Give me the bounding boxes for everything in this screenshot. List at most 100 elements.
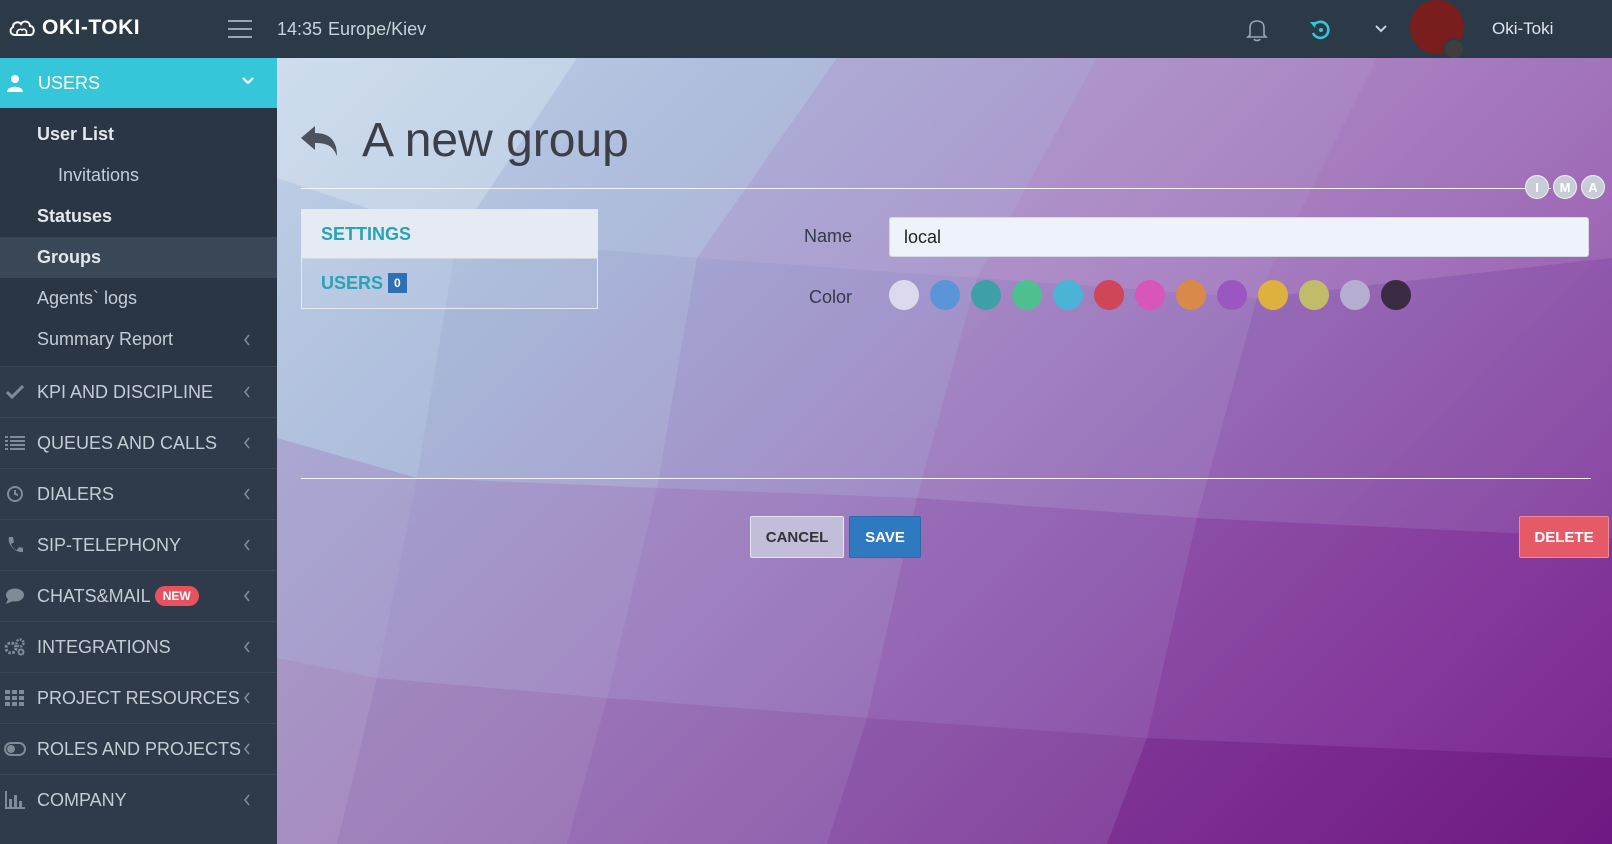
color-swatch[interactable] [1012, 280, 1042, 310]
circle-button-m[interactable]: M [1553, 175, 1577, 199]
cloud-logo-icon [9, 20, 35, 36]
clock-time: 14:35 [277, 19, 323, 39]
sidebar-section-label: ROLES AND PROJECTS [37, 738, 242, 759]
gears-icon [4, 637, 26, 657]
chevron-left-icon [243, 437, 250, 449]
save-button[interactable]: SAVE [849, 516, 921, 558]
sidebar-item-agents-logs[interactable]: Agents` logs [0, 278, 277, 319]
sidebar-section-label: KPI AND DISCIPLINE [37, 381, 214, 402]
divider [301, 478, 1591, 479]
cancel-button[interactable]: CANCEL [750, 516, 844, 558]
sidebar-section-sip-telephony[interactable]: SIP-TELEPHONY [0, 519, 277, 570]
color-swatch[interactable] [930, 280, 960, 310]
sidebar-section-label: PROJECT RESOURCES [37, 687, 240, 708]
users-submenu: User List Invitations Statuses Groups Ag… [0, 108, 277, 366]
tab-users[interactable]: USERS 0 [302, 259, 597, 307]
chevron-left-icon [243, 743, 250, 755]
sidebar-section-label: INTEGRATIONS [37, 636, 171, 657]
chevron-left-icon [243, 386, 250, 398]
chevron-left-icon [243, 590, 250, 602]
sidebar-item-label: Statuses [37, 206, 113, 226]
clock-icon [4, 484, 26, 504]
circle-button-a[interactable]: A [1581, 175, 1605, 199]
username[interactable]: Oki-Toki [1492, 19, 1553, 39]
tab-label: SETTINGS [321, 223, 412, 244]
color-swatch[interactable] [1176, 280, 1206, 310]
name-input[interactable] [889, 217, 1589, 257]
clock: 14:35 Europe/Kiev [277, 19, 426, 40]
sidebar-item-label: Groups [37, 247, 102, 267]
sidebar-item-label: Invitations [58, 165, 140, 185]
polygon-background [277, 58, 1612, 844]
color-swatch[interactable] [1053, 280, 1083, 310]
chevron-left-icon [243, 794, 250, 806]
new-badge: NEW [154, 586, 199, 606]
user-icon [7, 75, 23, 92]
color-swatch[interactable] [1135, 280, 1165, 310]
sidebar-item-label: Summary Report [37, 329, 174, 349]
sidebar-item-label: Agents` logs [37, 288, 138, 308]
color-swatch[interactable] [1381, 280, 1411, 310]
bar-chart-icon [4, 790, 26, 810]
sidebar-section-label: USERS [38, 72, 101, 93]
top-bar: OKI-TOKI 14:35 Europe/Kiev Oki-Toki [0, 0, 1612, 60]
color-swatch[interactable] [1340, 280, 1370, 310]
refresh-icon[interactable] [1308, 18, 1332, 42]
list-icon [4, 433, 26, 453]
main-content: A new group I M A SETTINGS USERS 0 Name … [277, 58, 1612, 844]
back-arrow-icon[interactable] [299, 122, 341, 160]
color-label: Color [809, 287, 853, 307]
chat-icon [4, 586, 26, 606]
sidebar-section-dialers[interactable]: DIALERS [0, 468, 277, 519]
sidebar-section-company[interactable]: COMPANY [0, 774, 277, 825]
status-dot [1443, 38, 1465, 60]
sidebar-section-label: CHATS&MAIL [37, 585, 151, 606]
sidebar-section-label: SIP-TELEPHONY [37, 534, 182, 555]
logo-text: OKI-TOKI [42, 16, 141, 39]
bell-icon[interactable] [1246, 18, 1268, 42]
sidebar-section-label: COMPANY [37, 789, 127, 810]
sidebar-section-integrations[interactable]: INTEGRATIONS [0, 621, 277, 672]
sidebar-item-summary-report[interactable]: Summary Report [0, 319, 277, 360]
sidebar-item-statuses[interactable]: Statuses [0, 196, 277, 237]
delete-button[interactable]: DELETE [1519, 516, 1609, 558]
chevron-left-icon [243, 488, 250, 500]
phone-icon [4, 535, 26, 555]
color-swatch[interactable] [971, 280, 1001, 310]
chevron-left-icon [243, 539, 250, 551]
sidebar-section-users[interactable]: USERS [0, 58, 277, 108]
sidebar-section-roles-projects[interactable]: ROLES AND PROJECTS [0, 723, 277, 774]
sidebar-item-invitations[interactable]: Invitations [0, 155, 277, 196]
color-swatch[interactable] [1299, 280, 1329, 310]
sidebar-section-kpi[interactable]: KPI AND DISCIPLINE [0, 366, 277, 417]
color-swatch[interactable] [1094, 280, 1124, 310]
clock-timezone: Europe/Kiev [328, 19, 427, 39]
mode-circles: I M A [1525, 175, 1605, 199]
grid-icon [4, 688, 26, 708]
sidebar-item-groups[interactable]: Groups [0, 237, 277, 278]
color-swatch[interactable] [1258, 280, 1288, 310]
count-badge: 0 [388, 273, 407, 293]
chevron-down-icon[interactable] [1374, 24, 1388, 34]
hamburger-menu-icon[interactable] [228, 20, 252, 38]
sidebar-section-project-resources[interactable]: PROJECT RESOURCES [0, 672, 277, 723]
chevron-left-icon [243, 692, 250, 704]
tab-settings[interactable]: SETTINGS [302, 210, 597, 259]
sidebar-section-label: DIALERS [37, 483, 115, 504]
chevron-left-icon [243, 334, 250, 345]
chevron-left-icon [243, 641, 250, 653]
sidebar-section-chats-mail[interactable]: CHATS&MAIL NEW [0, 570, 277, 621]
color-swatch[interactable] [889, 280, 919, 310]
sidebar: USERS User List Invitations Statuses Gro… [0, 58, 277, 844]
tab-label: USERS [321, 272, 384, 293]
sidebar-item-user-list[interactable]: User List [0, 114, 277, 155]
circle-button-i[interactable]: I [1525, 175, 1549, 199]
page-title: A new group [362, 114, 629, 167]
divider [301, 188, 1551, 189]
toggle-icon [4, 739, 26, 759]
sidebar-item-label: User List [37, 124, 115, 144]
color-swatch[interactable] [1217, 280, 1247, 310]
logo[interactable]: OKI-TOKI [8, 16, 140, 40]
group-tabs: SETTINGS USERS 0 [301, 209, 598, 309]
sidebar-section-queues[interactable]: QUEUES AND CALLS [0, 417, 277, 468]
